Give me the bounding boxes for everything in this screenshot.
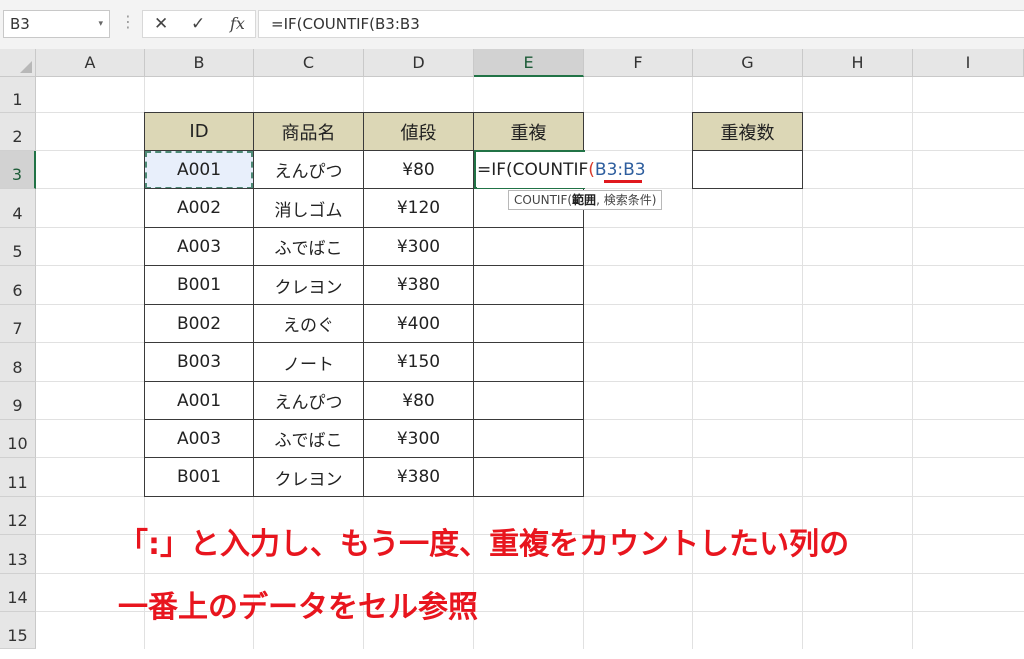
cell-id[interactable]: B001 xyxy=(144,266,254,305)
table-header-duplicate[interactable]: 重複 xyxy=(474,112,584,151)
cell-price[interactable]: ¥400 xyxy=(364,305,474,343)
cell-product-name[interactable]: ふでばこ xyxy=(254,420,364,458)
row-header-14[interactable]: 14 xyxy=(0,574,36,612)
cell-id[interactable]: B003 xyxy=(144,343,254,382)
tooltip-active-arg[interactable]: 範囲 xyxy=(572,193,596,207)
formula-bar: B3 ▾ ⋮ ✕ ✓ fx =IF(COUNTIF(B3:B3 xyxy=(0,0,1024,49)
annotation-line-2: 一番上のデータをセル参照 xyxy=(118,590,478,625)
cell-price[interactable]: ¥380 xyxy=(364,458,474,497)
cell-product-name[interactable]: クレヨン xyxy=(254,266,364,305)
check-icon[interactable]: ✓ xyxy=(191,11,205,37)
insert-function-icon[interactable]: fx xyxy=(230,11,245,37)
tooltip-func: COUNTIF( xyxy=(514,193,573,207)
cell-duplicate[interactable] xyxy=(474,343,584,382)
column-header-a[interactable]: A xyxy=(36,49,145,77)
column-header-e[interactable]: E xyxy=(474,49,584,77)
row-header-4[interactable]: 4 xyxy=(0,189,36,228)
cancel-icon[interactable]: ✕ xyxy=(154,11,168,37)
count-table-header[interactable]: 重複数 xyxy=(692,112,803,151)
row-header-15[interactable]: 15 xyxy=(0,612,36,649)
chevron-down-icon[interactable]: ▾ xyxy=(98,11,103,37)
cell-price[interactable]: ¥150 xyxy=(364,343,474,382)
cell-price[interactable]: ¥300 xyxy=(364,420,474,458)
gridline xyxy=(36,573,1024,574)
row-header-8[interactable]: 8 xyxy=(0,343,36,382)
select-all-icon xyxy=(20,61,32,73)
column-header-d[interactable]: D xyxy=(364,49,474,77)
column-header-g[interactable]: G xyxy=(693,49,803,77)
cell-product-name[interactable]: えんぴつ xyxy=(254,382,364,420)
table-header-product-name[interactable]: 商品名 xyxy=(254,112,364,151)
spreadsheet-grid[interactable]: A B C D E F G H I 1 2 3 4 5 6 7 8 9 10 1… xyxy=(0,49,1024,649)
name-box-value: B3 xyxy=(10,15,30,33)
row-header-3[interactable]: 3 xyxy=(0,151,36,189)
cell-duplicate[interactable] xyxy=(474,382,584,420)
table-header-price[interactable]: 値段 xyxy=(364,112,474,151)
gridline xyxy=(912,77,913,649)
drag-handle-icon[interactable]: ⋮ xyxy=(120,12,136,31)
table-header-id[interactable]: ID xyxy=(144,112,254,151)
tooltip-rest: , 検索条件) xyxy=(596,193,657,207)
formula-open-paren: ( xyxy=(588,160,595,180)
cell-price[interactable]: ¥120 xyxy=(364,189,474,228)
formula-reference: B3:B3 xyxy=(594,160,646,180)
cell-product-name[interactable]: えのぐ xyxy=(254,305,364,343)
cell-duplicate[interactable] xyxy=(474,305,584,343)
cell-product-name[interactable]: ノート xyxy=(254,343,364,382)
cell-product-name[interactable]: 消しゴム xyxy=(254,189,364,228)
reference-underline xyxy=(604,180,642,183)
cell-duplicate[interactable] xyxy=(474,266,584,305)
cell-duplicate[interactable] xyxy=(474,228,584,266)
cell-product-name[interactable]: ふでばこ xyxy=(254,228,364,266)
cell-id[interactable]: A003 xyxy=(144,420,254,458)
cell-id[interactable]: A001 xyxy=(144,151,254,189)
row-header-1[interactable]: 1 xyxy=(0,77,36,113)
cell-id[interactable]: A002 xyxy=(144,189,254,228)
cell-duplicate[interactable] xyxy=(474,458,584,497)
row-header-6[interactable]: 6 xyxy=(0,266,36,305)
cell-product-name[interactable]: えんぴつ xyxy=(254,151,364,189)
column-header-f[interactable]: F xyxy=(584,49,693,77)
cell-price[interactable]: ¥300 xyxy=(364,228,474,266)
row-header-11[interactable]: 11 xyxy=(0,458,36,497)
row-header-13[interactable]: 13 xyxy=(0,535,36,574)
row-header-7[interactable]: 7 xyxy=(0,305,36,343)
cell-id[interactable]: B001 xyxy=(144,458,254,497)
cell-price[interactable]: ¥380 xyxy=(364,266,474,305)
annotation-line-1: 「:」と入力し、もう一度、重複をカウントしたい列の xyxy=(118,527,850,562)
formula-prefix: =IF(COUNTIF xyxy=(477,160,589,180)
row-header-12[interactable]: 12 xyxy=(0,497,36,535)
column-header-c[interactable]: C xyxy=(254,49,364,77)
cell-id[interactable]: A003 xyxy=(144,228,254,266)
function-tooltip[interactable]: COUNTIF(範囲, 検索条件) xyxy=(508,190,663,210)
column-header-h[interactable]: H xyxy=(803,49,913,77)
row-header-10[interactable]: 10 xyxy=(0,420,36,458)
cell-price[interactable]: ¥80 xyxy=(364,151,474,189)
cell-duplicate[interactable] xyxy=(474,420,584,458)
name-box[interactable]: B3 ▾ xyxy=(3,10,110,38)
row-header-2[interactable]: 2 xyxy=(0,113,36,151)
column-header-i[interactable]: I xyxy=(913,49,1024,77)
formula-input[interactable]: =IF(COUNTIF(B3:B3 xyxy=(258,10,1024,38)
row-header-9[interactable]: 9 xyxy=(0,382,36,420)
cell-product-name[interactable]: クレヨン xyxy=(254,458,364,497)
cell-id[interactable]: A001 xyxy=(144,382,254,420)
row-header-5[interactable]: 5 xyxy=(0,228,36,266)
cell-id[interactable]: B002 xyxy=(144,305,254,343)
formula-buttons: ✕ ✓ fx xyxy=(142,10,256,38)
column-header-b[interactable]: B xyxy=(145,49,254,77)
count-table-value[interactable] xyxy=(692,151,803,189)
cell-price[interactable]: ¥80 xyxy=(364,382,474,420)
select-all-button[interactable] xyxy=(0,49,36,77)
